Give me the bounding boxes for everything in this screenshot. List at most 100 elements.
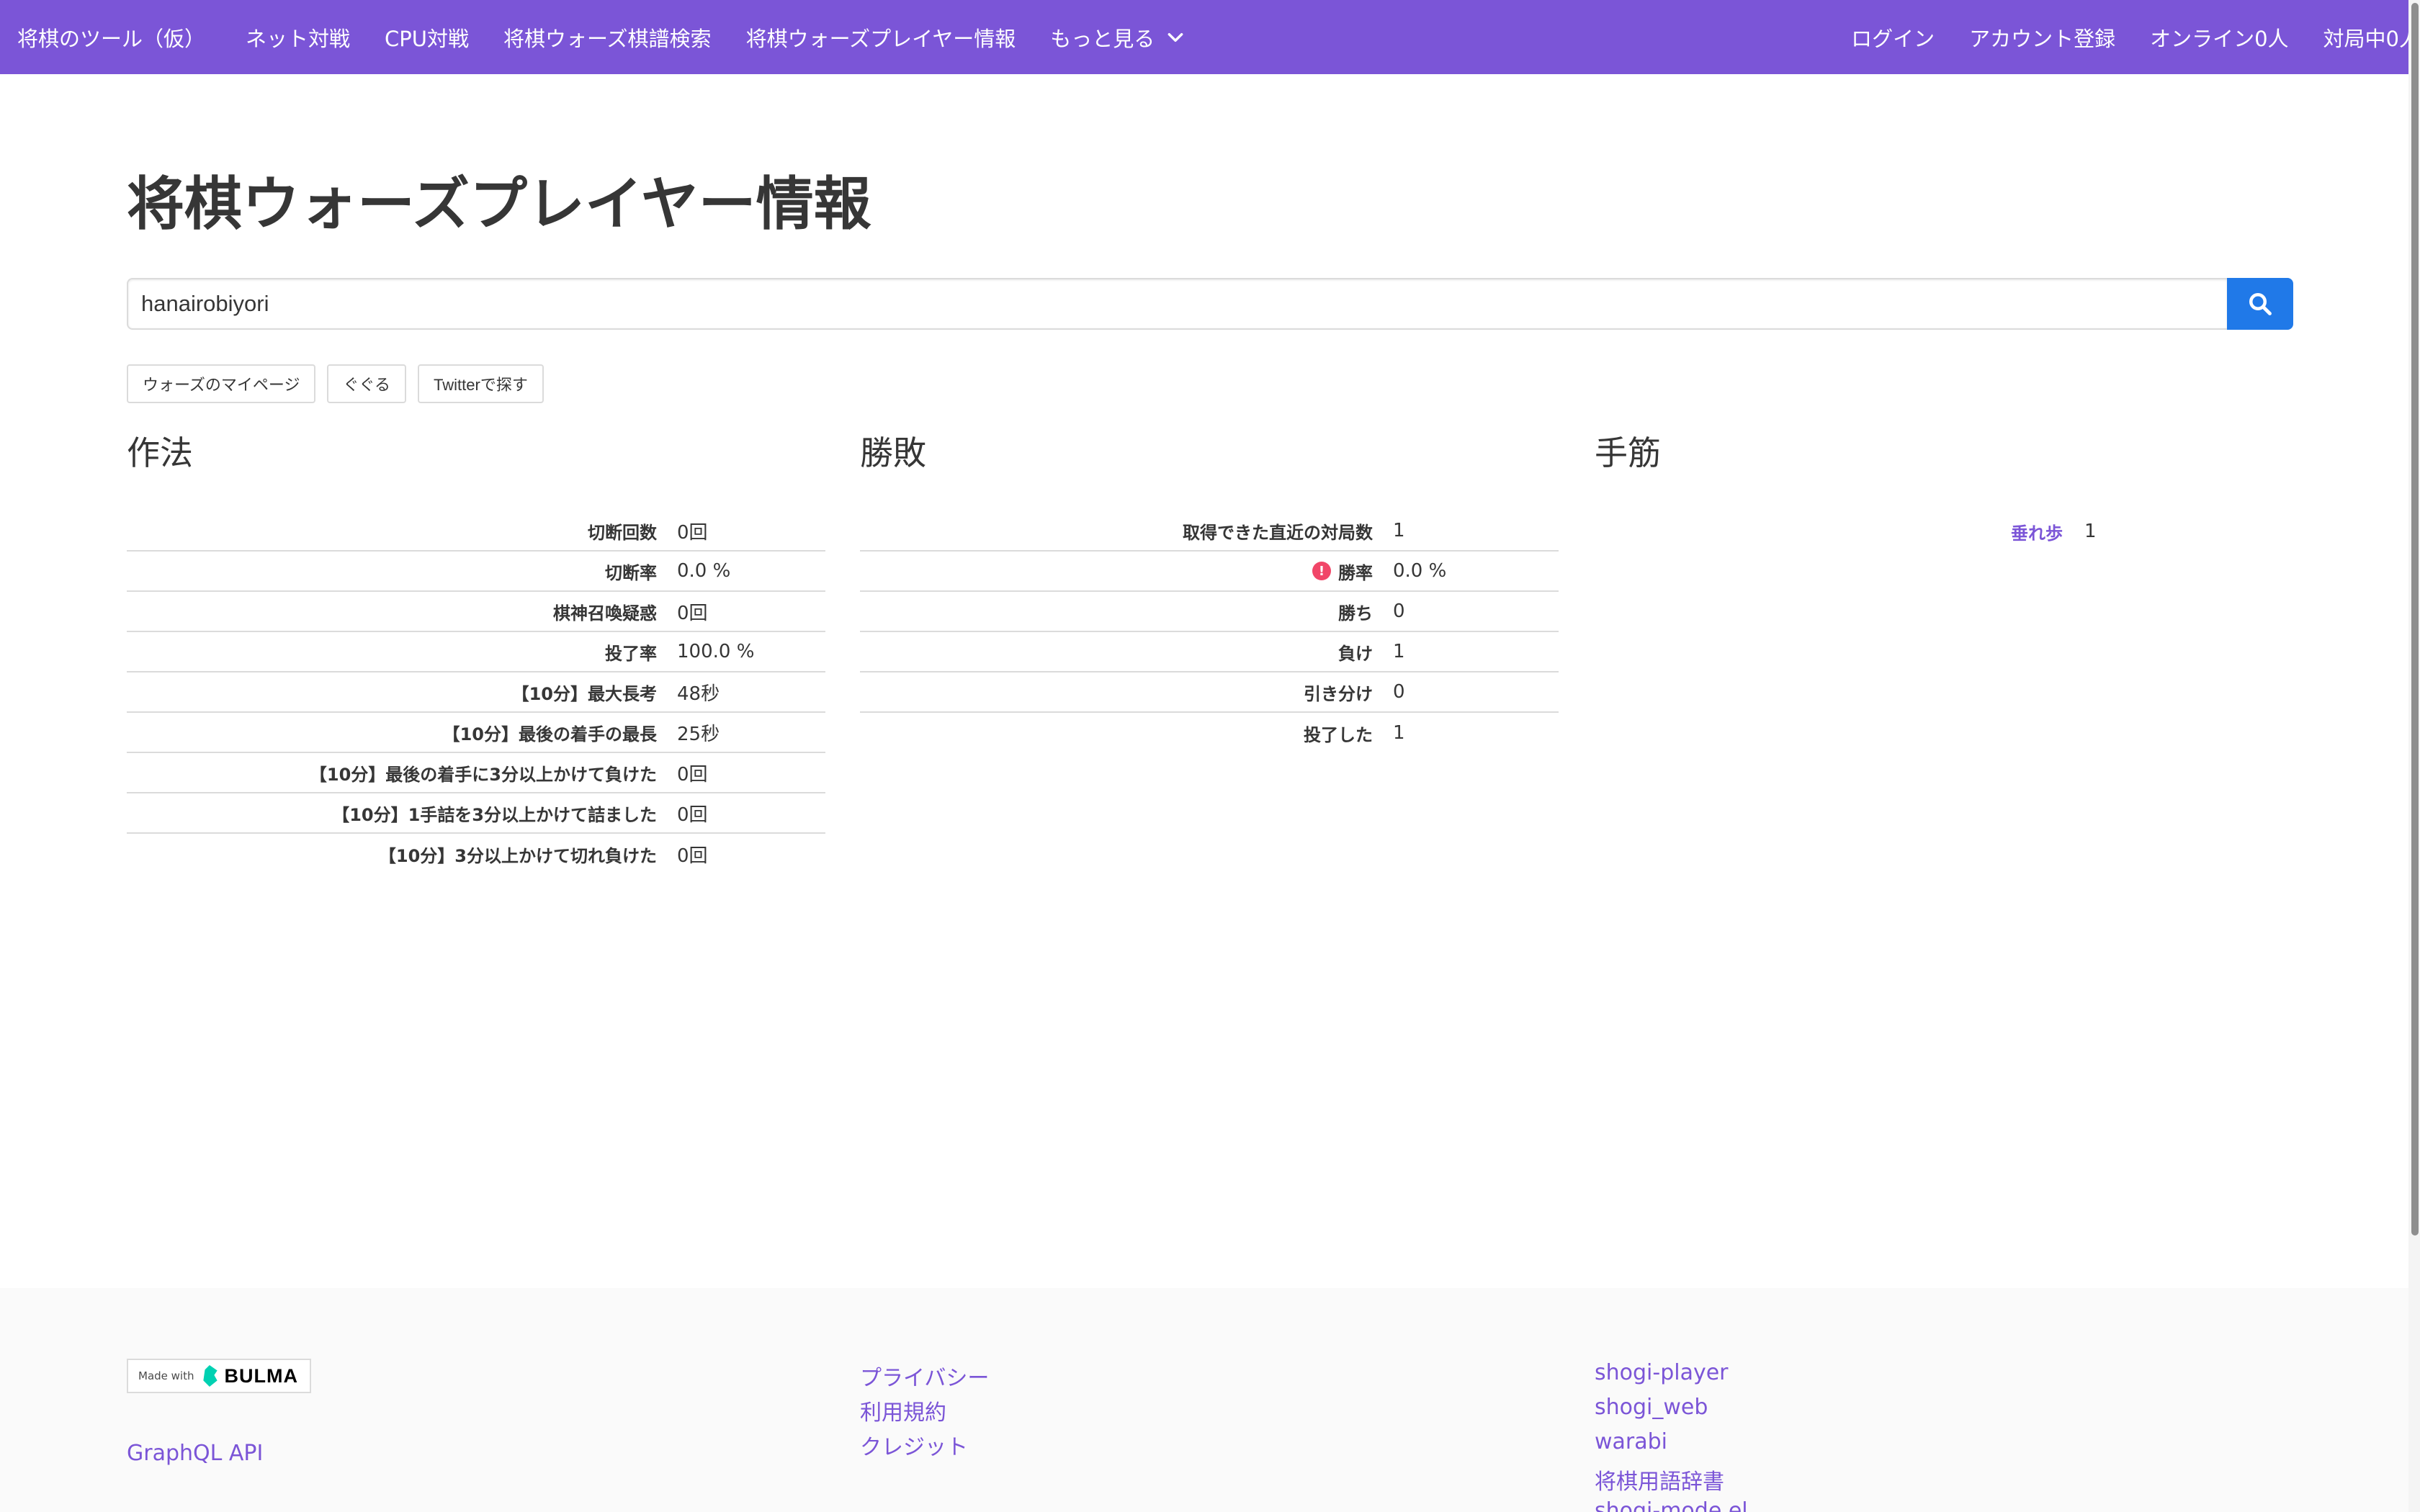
bulma-made-with-text: Made with <box>138 1369 194 1382</box>
moves-table: 垂れ歩 1 <box>1595 511 2293 552</box>
register-link[interactable]: アカウント登録 <box>1969 0 2115 74</box>
table-row: 【10分】最後の着手に3分以上かけて負けた 0回 <box>127 753 825 793</box>
stat-label: 勝ち <box>1338 603 1373 624</box>
stat-value: 0回 <box>677 602 708 624</box>
terms-link[interactable]: 利用規約 <box>860 1395 946 1426</box>
stat-label: 投了率 <box>605 643 657 664</box>
table-row: 【10分】3分以上かけて切れ負けた 0回 <box>127 834 825 874</box>
stat-label: 棋神召喚疑惑 <box>553 603 657 624</box>
table-row: 取得できた直近の対局数 1 <box>860 511 1559 552</box>
move-link-tarefu[interactable]: 垂れ歩 <box>1595 519 2084 544</box>
manners-heading: 作法 <box>127 433 193 472</box>
stat-label: 切断率 <box>605 562 657 583</box>
made-with-bulma-badge[interactable]: Made with BULMA <box>127 1359 311 1393</box>
search-button[interactable] <box>2227 278 2293 330</box>
bulma-wordmark: BULMA <box>224 1364 298 1387</box>
moves-heading: 手筋 <box>1595 433 1661 472</box>
scrollbar-thumb[interactable] <box>2411 3 2419 1236</box>
nav-item-cpu-match[interactable]: CPU対戦 <box>385 0 469 74</box>
nav-item-wars-kifu-search[interactable]: 将棋ウォーズ棋譜検索 <box>503 0 712 74</box>
table-row: 【10分】最大長考 48秒 <box>127 672 825 713</box>
nav-item-more[interactable]: もっと見る <box>1050 0 1185 74</box>
navbar-left: 将棋のツール（仮） ネット対戦 CPU対戦 将棋ウォーズ棋譜検索 将棋ウォーズプ… <box>17 0 1219 74</box>
footer: Made with BULMA GraphQL API プライバシー 利用規約 … <box>0 1288 2408 1512</box>
shogi-mode-el-link[interactable]: shogi-mode.el <box>1595 1498 1748 1512</box>
bulma-logo-icon <box>203 1365 218 1387</box>
wars-mypage-button[interactable]: ウォーズのマイページ <box>127 364 316 403</box>
stat-value: 0 <box>1393 600 1405 622</box>
search-icon <box>2247 291 2273 317</box>
online-count[interactable]: オンライン0人 <box>2150 0 2288 74</box>
credits-link[interactable]: クレジット <box>860 1429 968 1461</box>
shogi-player-link[interactable]: shogi-player <box>1595 1360 1729 1385</box>
table-row: ! 勝率 0.0 % <box>860 552 1559 592</box>
results-section: 勝敗 取得できた直近の対局数 1 ! 勝率 0.0 % 勝ち 0 負け 1 引き… <box>860 433 1559 745</box>
chevron-down-icon <box>1166 28 1185 47</box>
table-row: 【10分】1手詰を3分以上かけて詰ました 0回 <box>127 793 825 834</box>
table-row: 垂れ歩 1 <box>1595 511 2293 552</box>
playing-count[interactable]: 対局中0人 <box>2323 0 2420 74</box>
stat-value: 0回 <box>677 521 708 544</box>
stat-value: 48秒 <box>677 683 720 705</box>
table-row: 投了率 100.0 % <box>127 632 825 672</box>
stat-label: 【10分】最後の着手に3分以上かけて負けた <box>309 764 657 785</box>
moves-section: 手筋 垂れ歩 1 <box>1595 433 2293 544</box>
stat-value: 0.0 % <box>677 560 731 582</box>
table-row: 引き分け 0 <box>860 672 1559 713</box>
nav-item-net-match[interactable]: ネット対戦 <box>246 0 350 74</box>
stat-value: 25秒 <box>677 723 720 745</box>
stat-label: 投了した <box>1304 724 1373 745</box>
page: 将棋のツール（仮） ネット対戦 CPU対戦 将棋ウォーズ棋譜検索 将棋ウォーズプ… <box>0 0 2420 1512</box>
stat-value: 100.0 % <box>677 641 755 662</box>
stat-label: 切断回数 <box>588 522 657 543</box>
nav-item-wars-player-info[interactable]: 将棋ウォーズプレイヤー情報 <box>746 0 1016 74</box>
stat-label: 【10分】最大長考 <box>511 683 657 704</box>
navbar-brand[interactable]: 将棋のツール（仮） <box>17 0 205 74</box>
shogi-dictionary-link[interactable]: 将棋用語辞書 <box>1595 1464 1724 1495</box>
search-bar <box>127 278 2293 330</box>
page-scrollbar[interactable] <box>2408 0 2420 1512</box>
stat-value: 0回 <box>677 763 708 786</box>
table-row: 切断率 0.0 % <box>127 552 825 592</box>
graphql-api-link[interactable]: GraphQL API <box>127 1441 263 1466</box>
stat-value: 0 <box>1393 681 1405 703</box>
warabi-link[interactable]: warabi <box>1595 1429 1667 1454</box>
stat-value: 0回 <box>677 845 708 867</box>
results-table: 取得できた直近の対局数 1 ! 勝率 0.0 % 勝ち 0 負け 1 引き分け … <box>860 511 1559 753</box>
manners-table: 切断回数 0回 切断率 0.0 % 棋神召喚疑惑 0回 投了率 100.0 % … <box>127 511 825 874</box>
login-link[interactable]: ログイン <box>1851 0 1935 74</box>
move-count: 1 <box>2084 521 2097 542</box>
external-links: ウォーズのマイページ ぐぐる Twitterで探す <box>127 364 555 403</box>
table-row: 負け 1 <box>860 632 1559 672</box>
table-row: 【10分】最後の着手の最長 25秒 <box>127 713 825 753</box>
stat-label-win-rate: ! 勝率 <box>860 559 1393 584</box>
stat-value: 1 <box>1393 722 1405 744</box>
stat-value: 1 <box>1393 520 1405 541</box>
table-row: 投了した 1 <box>860 713 1559 753</box>
stat-label: 【10分】3分以上かけて切れ負けた <box>378 845 657 866</box>
table-row: 勝ち 0 <box>860 592 1559 632</box>
table-row: 棋神召喚疑惑 0回 <box>127 592 825 632</box>
win-rate-label: 勝率 <box>1338 562 1373 583</box>
table-row: 切断回数 0回 <box>127 511 825 552</box>
shogi-web-link[interactable]: shogi_web <box>1595 1395 1708 1420</box>
stat-label: 【10分】1手詰を3分以上かけて詰ました <box>332 804 657 825</box>
alert-icon[interactable]: ! <box>1312 562 1331 580</box>
search-input[interactable] <box>127 278 2227 330</box>
stat-label: 負け <box>1338 643 1373 664</box>
stat-value: 0回 <box>677 804 708 826</box>
navbar: 将棋のツール（仮） ネット対戦 CPU対戦 将棋ウォーズ棋譜検索 将棋ウォーズプ… <box>0 0 2420 74</box>
google-search-button[interactable]: ぐぐる <box>327 364 407 403</box>
page-title: 将棋ウォーズプレイヤー情報 <box>127 170 871 238</box>
stat-label: 引き分け <box>1304 683 1373 704</box>
twitter-search-button[interactable]: Twitterで探す <box>418 364 544 403</box>
results-heading: 勝敗 <box>860 433 926 472</box>
manners-section: 作法 切断回数 0回 切断率 0.0 % 棋神召喚疑惑 0回 投了率 100.0… <box>127 433 825 867</box>
stat-value: 1 <box>1393 641 1405 662</box>
stat-label: 【10分】最後の着手の最長 <box>442 724 657 744</box>
nav-more-label: もっと見る <box>1050 26 1155 51</box>
privacy-link[interactable]: プライバシー <box>860 1360 989 1392</box>
stat-value: 0.0 % <box>1393 560 1447 582</box>
navbar-right: ログイン アカウント登録 オンライン0人 対局中0人 <box>1816 0 2420 74</box>
stat-label: 取得できた直近の対局数 <box>1183 522 1373 543</box>
